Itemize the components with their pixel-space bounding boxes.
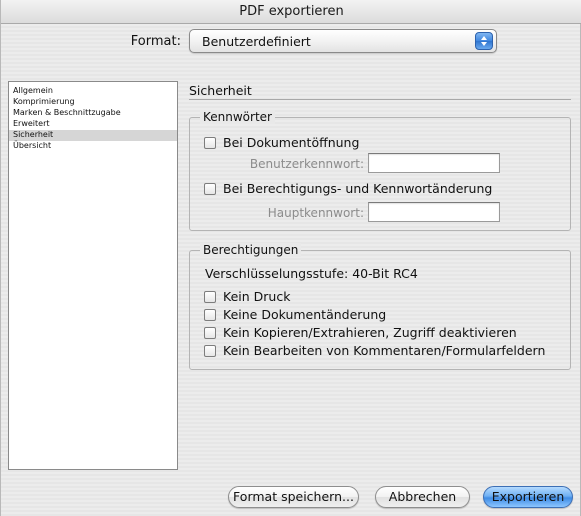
perm-change-checkbox[interactable] bbox=[204, 183, 216, 195]
permissions-legend: Berechtigungen bbox=[200, 243, 302, 257]
section-title: Sicherheit bbox=[189, 83, 252, 98]
no-comment-edit-checkbox[interactable] bbox=[204, 345, 216, 357]
user-password-label: Benutzerkennwort: bbox=[249, 157, 364, 171]
sidebar-item-marken-beschnittzugabe[interactable]: Marken & Beschnittzugabe bbox=[9, 108, 177, 119]
export-button[interactable]: Exportieren bbox=[483, 486, 573, 508]
no-print-label: Kein Druck bbox=[223, 289, 291, 304]
no-comment-edit-label: Kein Bearbeiten von Kommentaren/Formular… bbox=[223, 343, 546, 358]
category-list: Allgemein Komprimierung Marken & Beschni… bbox=[8, 81, 178, 470]
sidebar-item-erweitert[interactable]: Erweitert bbox=[9, 119, 177, 130]
sidebar-item-uebersicht[interactable]: Übersicht bbox=[9, 141, 177, 152]
format-select[interactable]: Benutzerdefiniert bbox=[189, 29, 497, 53]
user-password-field[interactable] bbox=[368, 153, 500, 173]
sidebar-item-komprimierung[interactable]: Komprimierung bbox=[9, 97, 177, 108]
format-select-value: Benutzerdefiniert bbox=[202, 34, 311, 49]
no-copy-label: Kein Kopieren/Extrahieren, Zugriff deakt… bbox=[223, 325, 517, 340]
master-password-label: Hauptkennwort: bbox=[267, 206, 364, 220]
master-password-field[interactable] bbox=[368, 202, 500, 222]
save-format-button[interactable]: Format speichern... bbox=[228, 486, 359, 508]
doc-open-checkbox[interactable] bbox=[204, 137, 216, 149]
sidebar-item-sicherheit[interactable]: Sicherheit bbox=[9, 130, 177, 141]
window-title: PDF exportieren bbox=[1, 0, 581, 24]
no-doc-change-checkbox[interactable] bbox=[204, 309, 216, 321]
no-doc-change-label: Keine Dokumentänderung bbox=[223, 307, 387, 322]
select-stepper-icon bbox=[475, 32, 493, 50]
sidebar-item-allgemein[interactable]: Allgemein bbox=[9, 86, 177, 97]
section-divider bbox=[189, 99, 571, 100]
cancel-button[interactable]: Abbrechen bbox=[375, 486, 470, 508]
no-print-checkbox[interactable] bbox=[204, 291, 216, 303]
perm-change-label: Bei Berechtigungs- und Kennwortänderung bbox=[223, 181, 493, 196]
format-label: Format: bbox=[130, 34, 181, 49]
export-dialog: PDF exportieren Format: Benutzerdefinier… bbox=[0, 0, 581, 516]
no-copy-checkbox[interactable] bbox=[204, 327, 216, 339]
encryption-level-text: Verschlüsselungsstufe: 40-Bit RC4 bbox=[205, 266, 418, 281]
passwords-legend: Kennwörter bbox=[200, 110, 275, 124]
doc-open-label: Bei Dokumentöffnung bbox=[223, 135, 360, 150]
